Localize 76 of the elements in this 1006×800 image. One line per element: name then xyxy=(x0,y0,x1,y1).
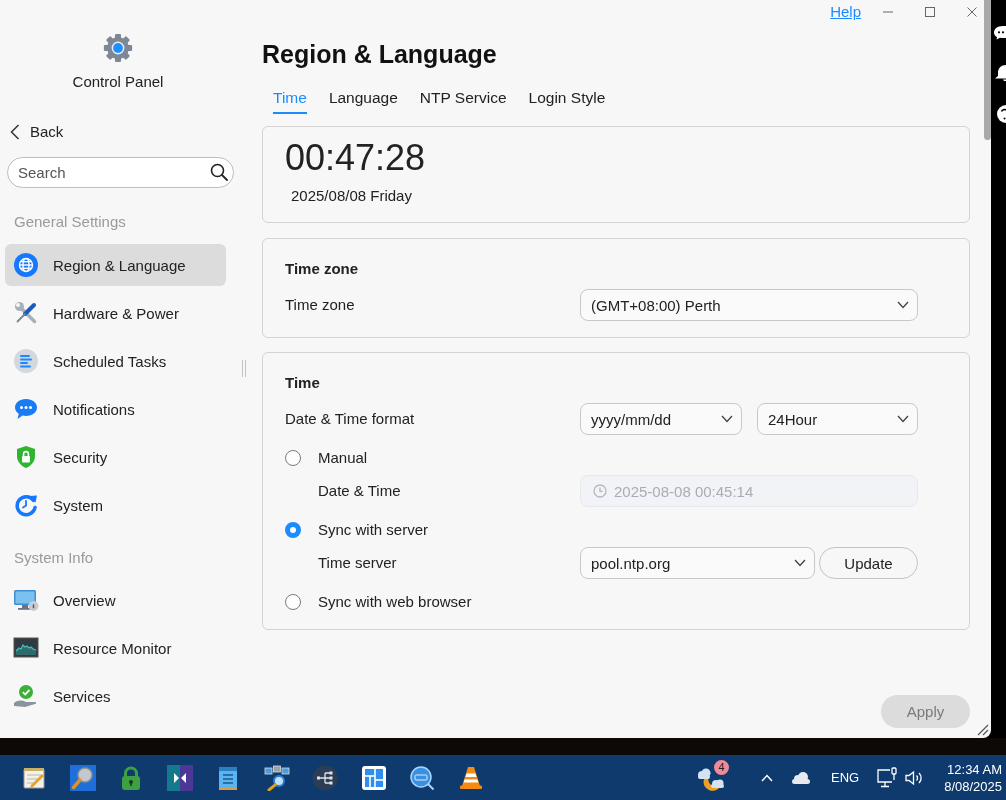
shield-lock-icon xyxy=(14,445,38,469)
sidebar-item[interactable]: Security xyxy=(5,436,226,478)
clock-icon xyxy=(593,484,607,498)
field-label: Time server xyxy=(317,553,398,573)
section-heading: Time zone xyxy=(285,259,360,279)
taskbar-time[interactable]: 12:34 AM xyxy=(947,760,1002,778)
sidebar-item[interactable]: Notifications xyxy=(5,388,226,430)
radio-label: Sync with web browser xyxy=(318,592,472,612)
sidebar-item[interactable]: Region & Language xyxy=(5,244,226,286)
bell-icon[interactable] xyxy=(993,64,1006,81)
search-field[interactable]: Search xyxy=(7,157,234,188)
chevron-left-icon xyxy=(10,124,20,140)
app-tile-icon[interactable] xyxy=(166,764,193,791)
field-label: Date & Time format xyxy=(285,409,416,429)
notification-badge: 4 xyxy=(714,759,729,775)
search-icon xyxy=(210,163,228,181)
refresh-clock-icon xyxy=(14,493,38,517)
section-heading: Time xyxy=(285,373,321,393)
network-search-icon[interactable] xyxy=(263,764,290,791)
tab[interactable]: Login Style xyxy=(528,88,606,114)
gear-icon xyxy=(102,32,134,64)
radio-label: Manual xyxy=(318,448,368,468)
sidebar-item[interactable]: Resource Monitor xyxy=(5,627,226,669)
list-icon xyxy=(14,349,38,373)
sidebar-item[interactable]: Scheduled Tasks xyxy=(5,340,226,382)
taskbar-date[interactable]: 8/08/2025 xyxy=(944,777,1002,795)
grid-tile-icon[interactable] xyxy=(360,764,387,791)
section-heading: General Settings xyxy=(14,212,127,232)
back-button[interactable]: Back xyxy=(10,122,64,142)
tab[interactable]: NTP Service xyxy=(419,88,507,114)
language-indicator[interactable]: ENG xyxy=(831,770,860,785)
traffic-cone-icon[interactable] xyxy=(457,764,484,791)
radio-label: Sync with server xyxy=(318,520,429,540)
radio-button[interactable] xyxy=(285,522,301,538)
hour-format-dropdown[interactable]: 24Hour xyxy=(757,403,918,435)
radio-button[interactable] xyxy=(285,450,301,466)
network-hub-icon[interactable] xyxy=(312,764,339,791)
time-zone-dropdown[interactable]: (GMT+08:00) Perth xyxy=(580,289,918,321)
scrollbar[interactable] xyxy=(984,0,991,140)
date-format-dropdown[interactable]: yyyy/mm/dd xyxy=(580,403,742,435)
resize-grip-icon[interactable] xyxy=(977,724,989,736)
tools-icon xyxy=(14,301,38,325)
chevron-down-icon xyxy=(794,559,806,567)
chevron-up-icon[interactable] xyxy=(761,773,773,782)
graph-monitor-icon xyxy=(13,637,39,659)
monitor-info-icon xyxy=(13,588,39,612)
field-label: Date & Time xyxy=(317,481,402,501)
section-heading: System Info xyxy=(14,548,95,568)
radio-button[interactable] xyxy=(285,594,301,610)
maximize-icon[interactable] xyxy=(925,7,935,17)
sidebar-item[interactable]: Hardware & Power xyxy=(5,292,226,334)
field-label: Time zone xyxy=(285,295,356,315)
chat-bubble-icon xyxy=(14,398,38,420)
tab[interactable]: Language xyxy=(328,88,398,114)
check-hand-icon xyxy=(13,684,39,708)
chat-bubble-icon[interactable] xyxy=(993,25,1006,40)
sidebar-item[interactable]: Overview xyxy=(5,579,226,621)
speaker-icon[interactable] xyxy=(904,768,925,787)
time-server-dropdown[interactable]: pool.ntp.org xyxy=(580,547,815,579)
app-title: Control Panel xyxy=(72,72,164,92)
resize-handle[interactable] xyxy=(242,360,246,377)
sidebar-item[interactable]: Services xyxy=(5,675,226,717)
chevron-down-icon xyxy=(721,415,733,423)
sidebar-item[interactable]: System xyxy=(5,484,226,526)
magnifier-icon[interactable] xyxy=(69,764,96,791)
cloud-icon[interactable] xyxy=(791,771,811,784)
chevron-down-icon xyxy=(897,415,909,423)
page-title: Region & Language xyxy=(262,39,498,70)
clock-time: 00:47:28 xyxy=(285,137,427,179)
chevron-down-icon xyxy=(897,301,909,309)
clock-date: 2025/08/08 Friday xyxy=(290,186,413,206)
update-button[interactable]: Update xyxy=(819,547,918,579)
close-icon[interactable] xyxy=(967,7,977,17)
network-monitor-icon[interactable] xyxy=(876,766,899,789)
globe-icon xyxy=(14,253,38,277)
magnifier-icon[interactable] xyxy=(409,764,436,791)
